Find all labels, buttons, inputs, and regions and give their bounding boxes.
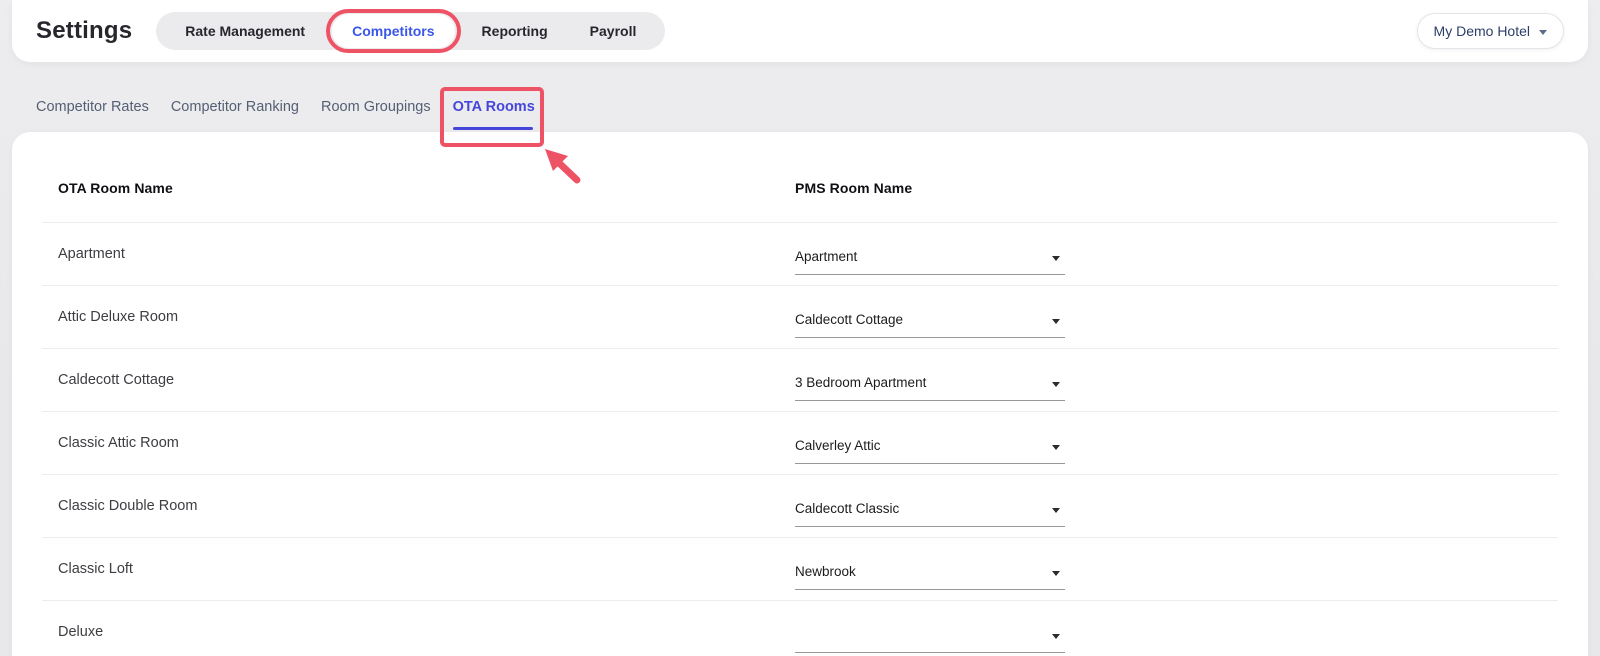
ota-room-name: Classic Attic Room: [42, 435, 795, 451]
subtab-competitor-ranking[interactable]: Competitor Ranking: [171, 99, 299, 116]
pms-room-select-value: Calverley Attic: [795, 438, 881, 454]
table-row: Classic LoftNewbrook: [42, 537, 1558, 600]
topbar: Settings Rate ManagementCompetitorsRepor…: [12, 0, 1588, 62]
annotation-circle: [326, 9, 460, 53]
hotel-selector-button[interactable]: My Demo Hotel: [1417, 13, 1564, 49]
ota-room-name: Deluxe: [42, 624, 795, 640]
pms-room-select-value: Caldecott Cottage: [795, 312, 903, 328]
table-row: Classic Attic RoomCalverley Attic: [42, 411, 1558, 474]
top-nav-item-rate-management[interactable]: Rate Management: [164, 12, 326, 50]
caret-down-icon: [1052, 256, 1060, 261]
table-row: Caldecott Cottage3 Bedroom Apartment: [42, 348, 1558, 411]
subtab-ota-rooms[interactable]: OTA Rooms: [453, 99, 535, 116]
pms-room-select-value: Newbrook: [795, 564, 856, 580]
content-card: OTA Room Name PMS Room Name ApartmentApa…: [12, 132, 1588, 656]
column-header-ota-room-name: OTA Room Name: [42, 180, 795, 196]
caret-down-icon: [1052, 508, 1060, 513]
table-row: Attic Deluxe RoomCaldecott Cottage: [42, 285, 1558, 348]
caret-down-icon: [1052, 382, 1060, 387]
ota-room-name: Classic Double Room: [42, 498, 795, 514]
pms-room-select-value: Apartment: [795, 249, 857, 265]
table-row: ApartmentApartment: [42, 222, 1558, 285]
pms-room-select-value: Caldecott Classic: [795, 501, 899, 517]
caret-down-icon: [1052, 571, 1060, 576]
table-header-row: OTA Room Name PMS Room Name: [42, 132, 1558, 222]
pms-room-select[interactable]: Newbrook: [795, 564, 1065, 590]
pms-room-select[interactable]: Caldecott Cottage: [795, 312, 1065, 338]
pms-room-select[interactable]: Calverley Attic: [795, 438, 1065, 464]
ota-room-name: Attic Deluxe Room: [42, 309, 795, 325]
ota-room-name: Apartment: [42, 246, 795, 262]
caret-down-icon: [1052, 445, 1060, 450]
table-row: Deluxe: [42, 600, 1558, 656]
ota-room-name: Classic Loft: [42, 561, 795, 577]
pms-room-select[interactable]: 3 Bedroom Apartment: [795, 375, 1065, 401]
pms-room-select[interactable]: Caldecott Classic: [795, 501, 1065, 527]
subtab-competitor-rates[interactable]: Competitor Rates: [36, 99, 149, 116]
ota-rooms-table: OTA Room Name PMS Room Name ApartmentApa…: [42, 132, 1558, 656]
pms-room-select[interactable]: [795, 627, 1065, 653]
caret-down-icon: [1052, 319, 1060, 324]
table-row: Classic Double RoomCaldecott Classic: [42, 474, 1558, 537]
chevron-down-icon: [1539, 30, 1547, 35]
table-body: ApartmentApartmentAttic Deluxe RoomCalde…: [42, 222, 1558, 656]
ota-room-name: Caldecott Cottage: [42, 372, 795, 388]
page-title: Settings: [36, 17, 132, 45]
caret-down-icon: [1052, 634, 1060, 639]
top-nav: Rate ManagementCompetitorsReportingPayro…: [156, 12, 665, 50]
top-nav-item-payroll[interactable]: Payroll: [569, 12, 658, 50]
pms-room-select[interactable]: Apartment: [795, 249, 1065, 275]
pms-room-select-value: 3 Bedroom Apartment: [795, 375, 926, 391]
hotel-selector-label: My Demo Hotel: [1434, 23, 1530, 39]
sub-tabs: Competitor Rates Competitor Ranking Room G…: [36, 99, 535, 116]
subtab-room-groupings[interactable]: Room Groupings: [321, 99, 431, 116]
top-nav-item-reporting[interactable]: Reporting: [461, 12, 569, 50]
column-header-pms-room-name: PMS Room Name: [795, 180, 912, 196]
top-nav-item-competitors[interactable]: Competitors: [332, 14, 454, 48]
